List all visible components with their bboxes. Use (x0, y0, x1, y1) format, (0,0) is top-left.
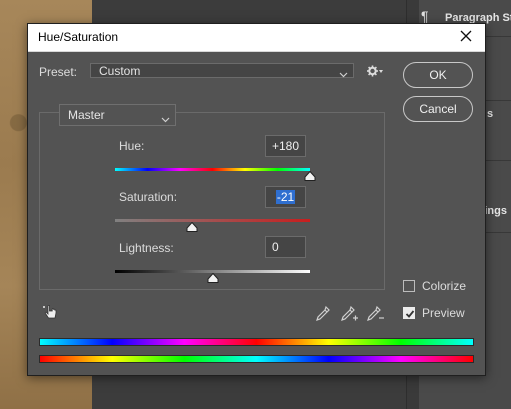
eyedropper-minus-icon[interactable] (365, 305, 385, 326)
hue-slider-track[interactable] (115, 168, 310, 171)
hand-pointer-icon[interactable] (42, 303, 60, 324)
hue-value-field[interactable]: +180 (265, 135, 306, 157)
cancel-button[interactable]: Cancel (403, 96, 473, 122)
paragraph-icon[interactable]: ¶ (421, 8, 429, 24)
preset-dropdown[interactable]: Custom (90, 63, 354, 78)
adjusted-color-bar (39, 338, 474, 346)
saturation-value-text: -21 (275, 190, 296, 204)
title-bar[interactable]: Hue/Saturation (28, 24, 485, 52)
preset-value: Custom (99, 64, 141, 78)
eyedropper-plus-icon[interactable] (339, 305, 359, 326)
preview-checkbox[interactable] (403, 307, 415, 319)
preset-label: Preset: (39, 65, 78, 79)
saturation-value-field[interactable]: -21 (265, 186, 306, 208)
input-color-bar (39, 355, 474, 363)
lightness-label: Lightness: (119, 241, 174, 255)
eyedropper-icon[interactable] (314, 305, 332, 326)
chevron-down-icon (161, 112, 170, 126)
channel-value: Master (68, 108, 105, 122)
hue-saturation-dialog: Hue/Saturation Preset: Custom OK Cancel … (27, 23, 486, 376)
dialog-title: Hue/Saturation (38, 30, 119, 44)
chevron-down-icon (339, 67, 348, 81)
gear-icon[interactable] (367, 65, 383, 80)
ok-button[interactable]: OK (403, 62, 473, 88)
colorize-label: Colorize (422, 279, 467, 293)
close-icon[interactable] (457, 27, 475, 45)
adjustment-group (39, 112, 385, 290)
channel-dropdown[interactable]: Master (59, 104, 176, 126)
panel-label-fragment: s (487, 108, 494, 120)
checkmark-icon (405, 310, 415, 318)
colorize-checkbox[interactable] (403, 280, 415, 292)
lightness-value-field[interactable]: 0 (265, 236, 306, 258)
saturation-slider-track[interactable] (115, 219, 310, 222)
hue-label: Hue: (119, 139, 145, 153)
preview-label: Preview (422, 306, 465, 320)
saturation-label: Saturation: (119, 190, 178, 204)
